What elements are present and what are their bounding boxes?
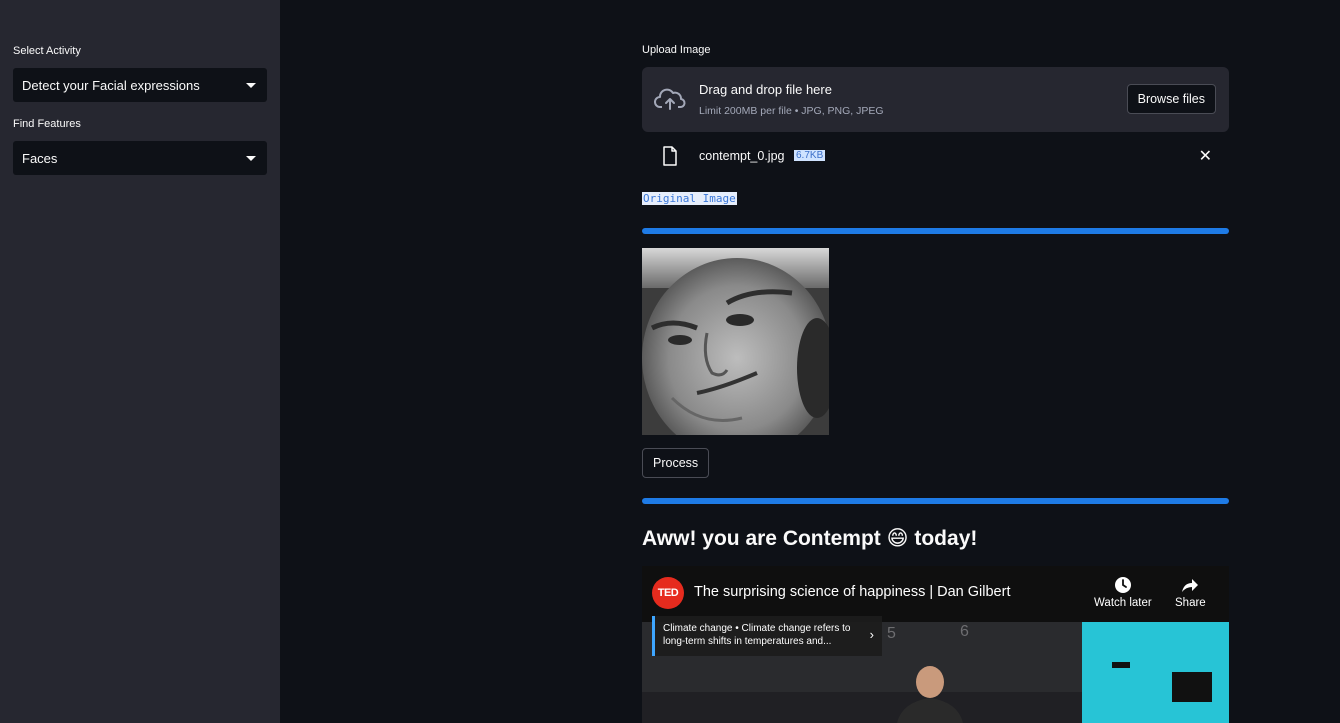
browse-files-button[interactable]: Browse files [1126, 84, 1216, 114]
close-icon[interactable]: ✕ [1199, 146, 1212, 166]
cloud-upload-icon [654, 88, 686, 110]
share-label: Share [1175, 597, 1206, 609]
upload-image-label: Upload Image [642, 44, 711, 56]
original-image-label: Original Image [642, 192, 737, 205]
drop-title: Drag and drop file here [699, 82, 832, 97]
sidebar: Select Activity Detect your Facial expre… [0, 0, 280, 723]
chevron-right-icon: › [869, 627, 874, 642]
uploaded-face-image [642, 248, 829, 435]
clock-icon [1114, 577, 1131, 593]
scene-number-5: 5 [887, 625, 896, 642]
select-activity-value: Detect your Facial expressions [22, 77, 200, 93]
watch-later-button[interactable]: Watch later [1094, 576, 1152, 609]
share-icon [1182, 579, 1199, 592]
uploaded-file-row: contempt_0.jpg 6.7KB ✕ [642, 142, 1229, 170]
info-card[interactable]: Climate change • Climate change refers t… [652, 616, 882, 656]
result-heading: Aww! you are Contempt 😄 today! [642, 527, 978, 550]
scene-number-6: 6 [960, 623, 969, 640]
share-button[interactable]: Share [1175, 576, 1206, 609]
video-title[interactable]: The surprising science of happiness | Da… [694, 584, 1010, 600]
process-button[interactable]: Process [642, 448, 710, 478]
file-name: contempt_0.jpg [699, 149, 785, 163]
file-dropzone[interactable]: Drag and drop file here Limit 200MB per … [642, 67, 1229, 132]
find-features-value: Faces [22, 150, 58, 166]
progress-bar-bottom [642, 498, 1229, 504]
chevron-down-icon [246, 83, 256, 88]
select-activity-dropdown[interactable]: Detect your Facial expressions [13, 68, 267, 102]
select-activity-label: Select Activity [13, 45, 81, 57]
progress-bar-top [642, 228, 1229, 234]
file-icon [663, 146, 677, 166]
find-features-dropdown[interactable]: Faces [13, 141, 267, 175]
file-size: 6.7KB [794, 150, 826, 161]
file-limit-text: Limit 200MB per file • JPG, PNG, JPEG [699, 105, 884, 117]
ted-channel-logo[interactable]: TED [652, 577, 684, 609]
chevron-down-icon [246, 156, 256, 161]
info-card-text: Climate change • Climate change refers t… [663, 623, 851, 647]
find-features-label: Find Features [13, 118, 81, 130]
embedded-video[interactable]: 5 6 TED The surprising science of happin… [642, 566, 1229, 723]
watch-later-label: Watch later [1094, 597, 1152, 609]
